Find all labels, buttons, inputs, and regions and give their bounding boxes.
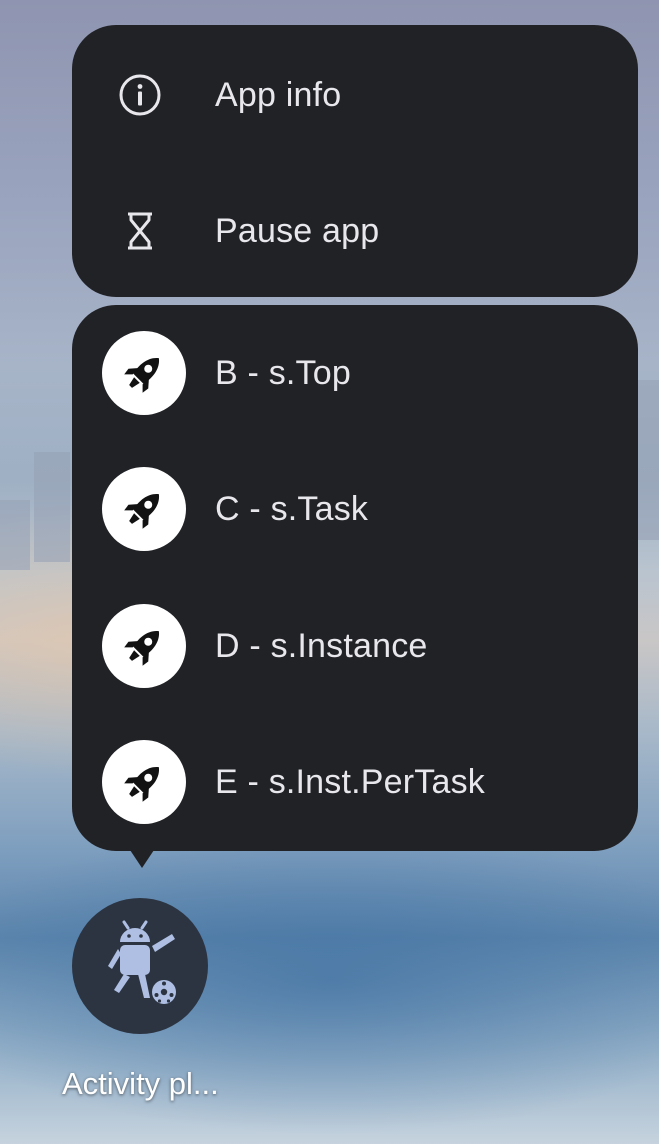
menu-pointer-arrow [130,850,154,868]
rocket-icon [102,604,186,688]
app-name-label[interactable]: Activity pl... [62,1066,219,1102]
shortcut-label: C - s.Task [215,489,369,528]
shortcut-item-c[interactable]: C - s.Task [72,441,638,577]
wallpaper-building [638,380,659,540]
info-icon [118,73,162,117]
app-shortcuts-menu: B - s.Top C - s.Task D - s.Instance E - … [72,305,638,851]
shortcut-label: D - s.Instance [215,626,428,665]
pause-app-menu-item[interactable]: Pause app [72,163,638,299]
app-info-menu-item[interactable]: App info [72,27,638,163]
rocket-icon [102,740,186,824]
rocket-icon [102,467,186,551]
android-soccer-icon [90,914,190,1019]
pause-app-label: Pause app [215,211,380,250]
app-launcher-icon[interactable] [72,898,208,1034]
system-shortcuts-menu: App info Pause app [72,25,638,297]
wallpaper-building [34,452,70,562]
hourglass-icon [118,209,162,253]
shortcut-item-e[interactable]: E - s.Inst.PerTask [72,714,638,850]
wallpaper-building [0,500,30,570]
shortcut-item-d[interactable]: D - s.Instance [72,578,638,714]
shortcut-label: B - s.Top [215,353,351,392]
shortcut-item-b[interactable]: B - s.Top [72,305,638,441]
rocket-icon [102,331,186,415]
app-info-label: App info [215,75,342,114]
shortcut-label: E - s.Inst.PerTask [215,762,486,801]
